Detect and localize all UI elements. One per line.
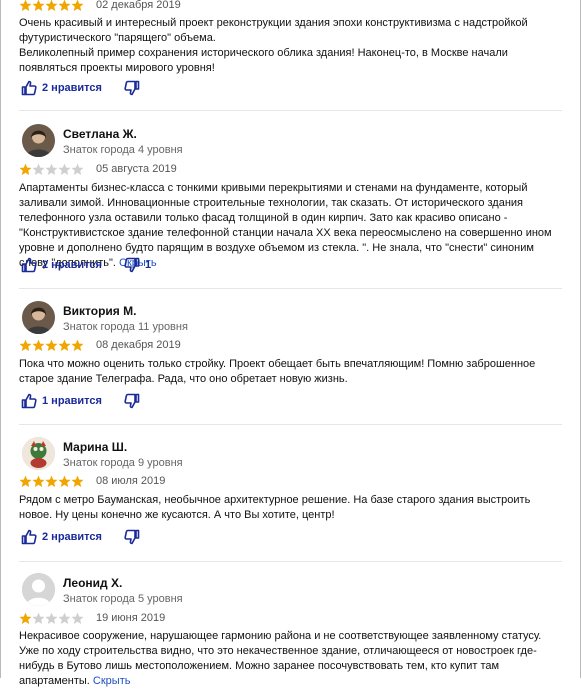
review-actions: 2 нравится: [21, 80, 145, 96]
star-filled-icon: [45, 0, 58, 12]
star-filled-icon: [19, 475, 32, 488]
review-date: 08 декабря 2019: [96, 339, 181, 351]
dislike-button[interactable]: [124, 80, 145, 96]
rating-stars: 05 августа 2019: [19, 162, 177, 176]
divider: [19, 110, 562, 111]
star-filled-icon: [45, 339, 58, 352]
review-card: Леонид Х. Знаток города 5 уровня 19 июня…: [19, 573, 559, 687]
star-empty-icon: [45, 612, 58, 625]
review-card: Виктория М. Знаток города 11 уровня 08 д…: [19, 301, 559, 421]
star-filled-icon: [58, 475, 71, 488]
right-border: [580, 0, 581, 678]
star-filled-icon: [71, 0, 84, 12]
star-empty-icon: [32, 612, 45, 625]
star-empty-icon: [32, 163, 45, 176]
avatar[interactable]: [22, 437, 55, 470]
review-text: Пока что можно оценить только стройку. П…: [19, 357, 564, 387]
author-name[interactable]: Марина Ш.: [63, 440, 127, 454]
rating-stars: 08 декабря 2019: [19, 338, 181, 352]
review-date: 08 июля 2019: [96, 475, 166, 487]
thumbs-up-icon: [21, 529, 37, 545]
dislike-count: 1: [144, 259, 152, 271]
star-filled-icon: [19, 163, 32, 176]
thumbs-down-icon: [124, 529, 140, 545]
star-filled-icon: [32, 0, 45, 12]
review-paragraph: Некрасивое сооружение, нарушающее гармон…: [19, 629, 564, 689]
star-filled-icon: [58, 339, 71, 352]
thumbs-up-icon: [21, 80, 37, 96]
review-paragraph: Очень красивый и интересный проект рекон…: [19, 17, 528, 44]
review-date: 19 июня 2019: [96, 612, 166, 624]
dislike-button[interactable]: [124, 393, 145, 409]
star-empty-icon: [58, 163, 71, 176]
rating-stars: 08 июля 2019: [19, 474, 165, 488]
dislike-button[interactable]: [124, 529, 145, 545]
thumbs-down-icon: [124, 80, 140, 96]
review-actions: 1 нравится: [21, 393, 145, 409]
star-empty-icon: [71, 612, 84, 625]
review-paragraph: Великолепный пример сохранения историчес…: [19, 47, 508, 74]
author-level: Знаток города 11 уровня: [63, 321, 188, 333]
hide-link[interactable]: Скрыть: [93, 675, 131, 687]
like-button[interactable]: 2 нравится: [21, 80, 102, 96]
star-filled-icon: [58, 0, 71, 12]
review-date: 02 декабря 2019: [96, 0, 181, 11]
like-count: 2 нравится: [42, 531, 102, 543]
star-empty-icon: [71, 163, 84, 176]
review-actions: 2 нравится: [21, 529, 145, 545]
thumbs-up-icon: [21, 257, 37, 273]
star-filled-icon: [32, 339, 45, 352]
like-count: 1 нравится: [42, 395, 102, 407]
rating-stars: 19 июня 2019: [19, 611, 165, 625]
star-filled-icon: [19, 339, 32, 352]
divider: [19, 288, 562, 289]
avatar[interactable]: [22, 301, 55, 334]
star-empty-icon: [45, 163, 58, 176]
review-card: Светлана Ж. Знаток города 4 уровня 05 ав…: [19, 124, 559, 284]
like-button[interactable]: 2 нравится: [21, 529, 102, 545]
like-button[interactable]: 1 нравится: [21, 393, 102, 409]
thumbs-down-icon: [124, 257, 140, 273]
author-level: Знаток города 5 уровня: [63, 593, 183, 605]
thumbs-down-icon: [124, 393, 140, 409]
star-filled-icon: [19, 612, 32, 625]
author-name[interactable]: Светлана Ж.: [63, 127, 137, 141]
review-text: Рядом с метро Бауманская, необычное архи…: [19, 493, 564, 523]
author-name[interactable]: Виктория М.: [63, 304, 136, 318]
divider: [19, 561, 562, 562]
review-card: Марина Ш. Знаток города 9 уровня 08 июля…: [19, 437, 559, 557]
like-button[interactable]: 2 нравится: [21, 257, 102, 273]
review-text: Некрасивое сооружение, нарушающее гармон…: [19, 629, 564, 689]
review-date: 05 августа 2019: [96, 163, 177, 175]
star-filled-icon: [32, 475, 45, 488]
review-text: Очень красивый и интересный проект рекон…: [19, 16, 564, 76]
review-paragraph: Рядом с метро Бауманская, необычное архи…: [19, 494, 531, 521]
author-level: Знаток города 4 уровня: [63, 144, 183, 156]
star-filled-icon: [45, 475, 58, 488]
author-name[interactable]: Леонид Х.: [63, 576, 122, 590]
review-paragraph: Пока что можно оценить только стройку. П…: [19, 358, 536, 385]
review-actions: 2 нравится 1: [21, 257, 151, 273]
like-count: 2 нравится: [42, 82, 102, 94]
avatar[interactable]: [22, 124, 55, 157]
like-count: 2 нравится: [42, 259, 102, 271]
dislike-button[interactable]: 1: [124, 257, 151, 273]
star-empty-icon: [58, 612, 71, 625]
star-filled-icon: [19, 0, 32, 12]
divider: [19, 424, 562, 425]
star-filled-icon: [71, 475, 84, 488]
avatar[interactable]: [22, 573, 55, 606]
rating-stars: 02 декабря 2019: [19, 0, 181, 12]
author-level: Знаток города 9 уровня: [63, 457, 183, 469]
review-card: 02 декабря 2019 Очень красивый и интерес…: [19, 0, 559, 100]
thumbs-up-icon: [21, 393, 37, 409]
left-border: [0, 0, 1, 678]
star-filled-icon: [71, 339, 84, 352]
review-paragraph-text: Апартаменты бизнес-класса с тонкими крив…: [19, 182, 552, 269]
